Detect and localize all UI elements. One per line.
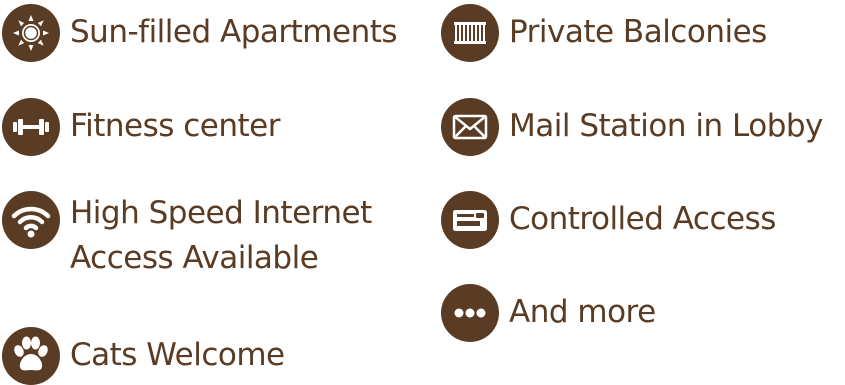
feature-label: Fitness center	[70, 108, 280, 144]
paw-icon	[2, 327, 60, 385]
feature-fitness-center: Fitness center	[2, 98, 280, 156]
feature-label: Sun-filled Apartments	[70, 14, 398, 50]
feature-high-speed-internet: High Speed Internet Access Available	[2, 191, 372, 281]
feature-label: Mail Station in Lobby	[509, 108, 823, 144]
balcony-icon	[441, 4, 499, 62]
feature-label: Controlled Access	[509, 201, 776, 237]
ellipsis-icon	[441, 284, 499, 342]
feature-and-more: And more	[441, 284, 656, 342]
feature-label: And more	[509, 294, 656, 330]
feature-label-line-2: Access Available	[70, 240, 319, 276]
feature-label: Private Balconies	[509, 14, 767, 50]
sun-icon	[2, 4, 60, 62]
envelope-icon	[441, 98, 499, 156]
feature-private-balconies: Private Balconies	[441, 4, 767, 62]
feature-cats-welcome: Cats Welcome	[2, 327, 285, 385]
feature-label-line-1: High Speed Internet	[70, 195, 372, 231]
feature-mail-station: Mail Station in Lobby	[441, 98, 823, 156]
feature-controlled-access: Controlled Access	[441, 191, 776, 249]
wifi-icon	[2, 191, 60, 249]
feature-label: Cats Welcome	[70, 337, 285, 373]
feature-sun-filled-apartments: Sun-filled Apartments	[2, 4, 398, 62]
keycard-icon	[441, 191, 499, 249]
feature-label: High Speed Internet Access Available	[70, 191, 372, 281]
dumbbell-icon	[2, 98, 60, 156]
